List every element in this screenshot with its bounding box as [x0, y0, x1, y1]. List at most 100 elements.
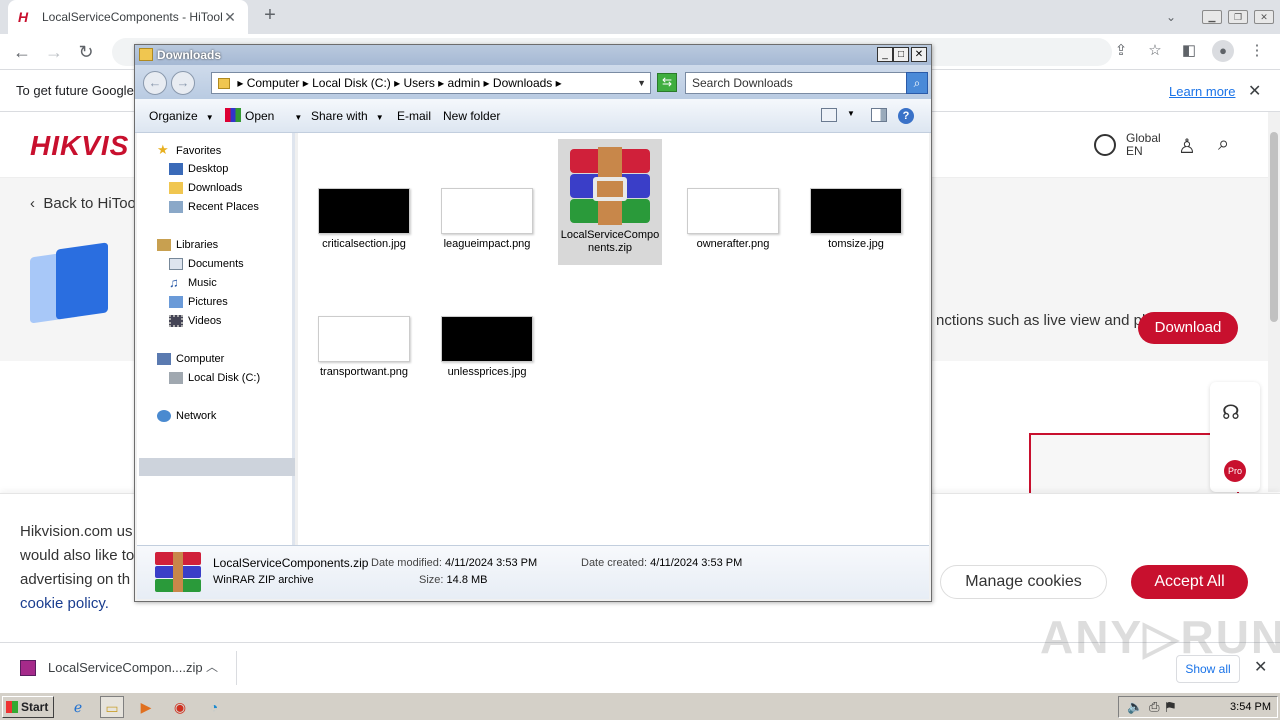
details-date-modified: Date modified: 4/11/2024 3:53 PM [371, 557, 537, 569]
nav-documents[interactable]: Documents [169, 258, 244, 271]
globe-icon[interactable] [1094, 134, 1116, 156]
nav-downloads[interactable]: Downloads [169, 182, 242, 195]
share-with-button[interactable]: Share with ▼ [311, 109, 384, 123]
page-scrollbar[interactable] [1268, 112, 1280, 492]
reload-icon[interactable]: ↻ [74, 40, 98, 64]
forward-icon[interactable]: → [171, 71, 195, 95]
hikvision-logo[interactable]: HIKVIS [30, 130, 129, 162]
nav-network-label: Network [176, 410, 217, 422]
download-item-name[interactable]: LocalServiceCompon....zip [48, 660, 203, 675]
file-name: unlessprices.jpg [447, 366, 527, 378]
internet-explorer-icon[interactable]: ℯ [66, 696, 90, 718]
nav-libraries[interactable]: Libraries [157, 239, 218, 252]
pro-icon[interactable]: Pro [1224, 460, 1246, 482]
file-name: leagueimpact.png [443, 238, 531, 250]
search-icon[interactable]: ⌕ [1218, 133, 1229, 156]
learn-more-link[interactable]: Learn more [1169, 84, 1235, 99]
nav-local-disk[interactable]: Local Disk (C:) [169, 372, 260, 385]
file-item[interactable]: criticalsection.jpg [312, 188, 416, 251]
breadcrumb-computer[interactable]: Computer [247, 76, 300, 90]
tray-icons[interactable]: 🔈⎙⚑ [1127, 699, 1181, 715]
back-icon[interactable]: ← [143, 71, 167, 95]
search-icon[interactable]: ⌕ [906, 72, 928, 94]
new-folder-button[interactable]: New folder [443, 109, 500, 123]
file-item[interactable]: ownerafter.png [681, 188, 785, 251]
manage-cookies-button[interactable]: Manage cookies [940, 565, 1107, 599]
back-link[interactable]: ‹ Back to HiToo [30, 195, 136, 212]
chrome-icon[interactable]: ◉ [168, 696, 192, 718]
profile-avatar-icon[interactable]: ● [1212, 40, 1234, 62]
accept-all-button[interactable]: Accept All [1131, 565, 1248, 599]
explorer-close-button[interactable]: ✕ [911, 47, 927, 62]
file-item-selected[interactable]: LocalServiceComponents.zip [558, 139, 662, 265]
file-item[interactable]: tomsize.jpg [804, 188, 908, 251]
cookie-text: Hikvision.com us would also like to adve… [20, 520, 140, 616]
new-tab-button[interactable]: + [258, 4, 282, 27]
address-dropdown-icon[interactable]: ▼ [637, 73, 646, 93]
refresh-icon[interactable]: ⇆ [657, 73, 677, 92]
media-player-icon[interactable]: ▶ [134, 696, 158, 718]
file-item[interactable]: leagueimpact.png [435, 188, 539, 251]
nav-recent-places[interactable]: Recent Places [169, 201, 259, 214]
nav-computer[interactable]: Computer [157, 353, 224, 366]
explorer-address-bar[interactable]: ▸ Computer ▸ Local Disk (C:) ▸ Users ▸ a… [211, 72, 651, 94]
scroll-thumb[interactable] [1270, 132, 1278, 322]
nav-network[interactable]: Network [157, 410, 217, 423]
anyrun-watermark: ANY▷RUN [1040, 611, 1280, 663]
back-arrow-icon[interactable]: ← [10, 40, 34, 64]
nav-selection-highlight [139, 458, 295, 476]
cookie-policy-link[interactable]: cookie policy. [20, 592, 140, 616]
explorer-minimize-button[interactable]: _ [877, 47, 893, 62]
minimize-button[interactable]: ▁ [1202, 10, 1222, 24]
headset-support-icon[interactable]: ☊ [1222, 400, 1240, 425]
start-button[interactable]: Start [2, 696, 54, 718]
nav-pictures[interactable]: Pictures [169, 296, 228, 309]
size-value: 14.8 MB [446, 574, 488, 586]
breadcrumb-users[interactable]: Users [403, 76, 434, 90]
nav-recent-places-label: Recent Places [188, 201, 259, 213]
explorer-folder-icon[interactable]: ▭ [100, 696, 124, 718]
nav-music[interactable]: ♫ Music [169, 276, 217, 289]
views-dropdown-icon[interactable]: ▼ [847, 109, 855, 118]
close-window-button[interactable]: ✕ [1254, 10, 1274, 24]
share-icon[interactable]: ⇪ [1110, 40, 1132, 62]
breadcrumb-downloads[interactable]: Downloads [493, 76, 552, 90]
open-button[interactable]: Open ▼ [245, 109, 302, 123]
date-modified-label: Date modified: [371, 557, 442, 569]
nav-favorites[interactable]: ★ Favorites [157, 143, 221, 158]
tab-search-button[interactable]: ⌄ [1166, 10, 1176, 24]
help-icon[interactable]: ? [898, 108, 914, 124]
infobar-close-icon[interactable]: ✕ [1248, 81, 1261, 101]
explorer-command-bar: Organize ▼ Open ▼ Share with ▼ E-mail New f… [135, 99, 931, 133]
language-selector[interactable]: Global EN [1126, 132, 1161, 158]
chevron-up-icon[interactable]: ︿ [206, 658, 218, 675]
preview-pane-icon[interactable] [871, 108, 887, 122]
taskbar: Start ℯ ▭ ▶ ◉ ◔ 🔈⎙⚑ 3:54 PM [0, 692, 1280, 720]
side-panel-icon[interactable]: ◧ [1178, 40, 1200, 62]
nav-videos[interactable]: Videos [169, 315, 221, 328]
email-button[interactable]: E-mail [397, 109, 431, 123]
organize-button[interactable]: Organize ▼ [149, 109, 214, 123]
explorer-file-view: criticalsection.jpg leagueimpact.png Loc… [298, 133, 929, 545]
nav-desktop[interactable]: Desktop [169, 163, 228, 176]
search-downloads-input[interactable]: Search Downloads [685, 72, 907, 94]
product-logo-icon [30, 242, 110, 324]
tab-close-icon[interactable]: ✕ [222, 9, 238, 26]
download-button[interactable]: Download [1138, 312, 1238, 344]
user-icon[interactable]: ♙ [1178, 134, 1196, 159]
file-item[interactable]: unlessprices.jpg [435, 316, 539, 379]
explorer-title-bar[interactable]: Downloads _ □ ✕ [135, 45, 931, 65]
forward-arrow-icon[interactable]: → [42, 40, 66, 64]
image-thumbnail [318, 316, 410, 362]
views-icon[interactable] [821, 108, 837, 122]
restore-button[interactable]: ❐ [1228, 10, 1248, 24]
breadcrumb-admin[interactable]: admin [448, 76, 481, 90]
hikvision-favicon-icon: H [18, 9, 29, 25]
bookmark-star-icon[interactable]: ☆ [1144, 40, 1166, 62]
file-item[interactable]: transportwant.png [312, 316, 416, 379]
browser-tab[interactable]: H LocalServiceComponents - HiTools - H ✕ [8, 0, 248, 34]
breadcrumb-local-disk[interactable]: Local Disk (C:) [312, 76, 391, 90]
menu-kebab-icon[interactable]: ⋮ [1246, 40, 1268, 62]
edge-icon[interactable]: ◔ [202, 696, 226, 718]
explorer-maximize-button[interactable]: □ [893, 47, 909, 62]
